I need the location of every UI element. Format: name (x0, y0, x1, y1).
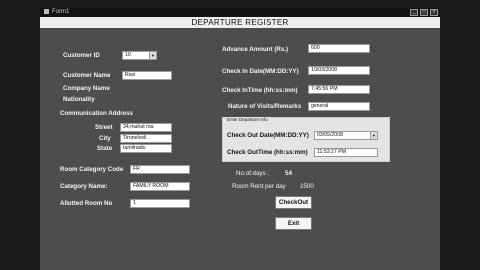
state-field[interactable]: tamilnadu (120, 144, 172, 153)
street-field[interactable]: 34,mahat roa (120, 123, 172, 132)
chevron-down-icon[interactable]: ▼ (149, 52, 156, 59)
checkout-button[interactable]: CheckOut (275, 196, 312, 209)
city-field[interactable]: Tirunelveli (120, 134, 172, 143)
checkout-time-label: Check OutTime (hh:ss:mm) (227, 149, 308, 156)
departure-group-label: Enter Departure Info (226, 117, 269, 122)
page-title: DEPARTURE REGISTER (40, 17, 440, 28)
exit-button[interactable]: Exit (275, 217, 312, 230)
room-rent-label: Room Rent per day (232, 183, 286, 190)
company-name-label: Company Name (63, 85, 110, 92)
window-titlebar: Form1 (40, 8, 440, 17)
allotted-room-label: Allotted Room No (60, 200, 113, 207)
category-name-label: Category Name: (60, 183, 108, 190)
room-category-code-field[interactable]: FR (130, 165, 190, 174)
communication-address-label: Communication Address (60, 110, 133, 117)
no-of-days-label: No.of.days : (236, 170, 270, 177)
city-label: City (99, 135, 111, 142)
advance-amount-field[interactable]: 600 (308, 44, 370, 53)
allotted-room-field[interactable]: 1 (130, 199, 190, 208)
checkin-time-field[interactable]: 7:45:56 PM (308, 85, 370, 94)
no-of-days-value: 54 (285, 170, 292, 177)
customer-name-label: Customer Name (63, 72, 111, 79)
chevron-down-icon[interactable]: ▼ (370, 132, 377, 139)
customer-id-value: 10 (125, 52, 131, 58)
maximize-button[interactable]: □ (420, 9, 428, 16)
form-icon (44, 8, 49, 14)
customer-id-label: Customer ID (63, 52, 100, 59)
category-name-field[interactable]: FAMILY ROOM (130, 182, 190, 191)
close-button[interactable]: × (430, 9, 438, 16)
minimize-button[interactable]: _ (410, 9, 418, 16)
checkout-date-value: 03/05/2008 (317, 132, 343, 138)
nationality-label: Nationality (63, 96, 95, 103)
checkout-time-field[interactable]: 11:53:27 PM (314, 148, 378, 157)
checkout-date-label: Check Out Date(MM:DD:YY) (227, 132, 309, 139)
state-label: State (97, 145, 113, 152)
customer-name-field[interactable]: Ravi (122, 71, 172, 80)
street-label: Street (95, 124, 113, 131)
advance-amount-label: Advance Amount (Rs.) (222, 46, 289, 53)
nature-of-visits-label: Nature of Visits/Remarks (228, 103, 302, 110)
nature-of-visits-field[interactable]: general (308, 102, 370, 111)
checkout-date-picker[interactable]: 03/05/2008 ▼ (314, 131, 378, 140)
checkin-date-label: Check In Date(MM:DD:YY) (222, 68, 299, 75)
window-title: Form1 (52, 9, 70, 15)
room-category-code-label: Room Category Code (60, 166, 124, 173)
checkin-time-label: Check InTime (hh:ss:mm) (222, 87, 298, 94)
room-rent-value: 2500 (300, 183, 314, 190)
checkin-date-field[interactable]: 10/03/2008 (308, 66, 370, 75)
customer-id-dropdown[interactable]: 10 ▼ (122, 51, 157, 60)
